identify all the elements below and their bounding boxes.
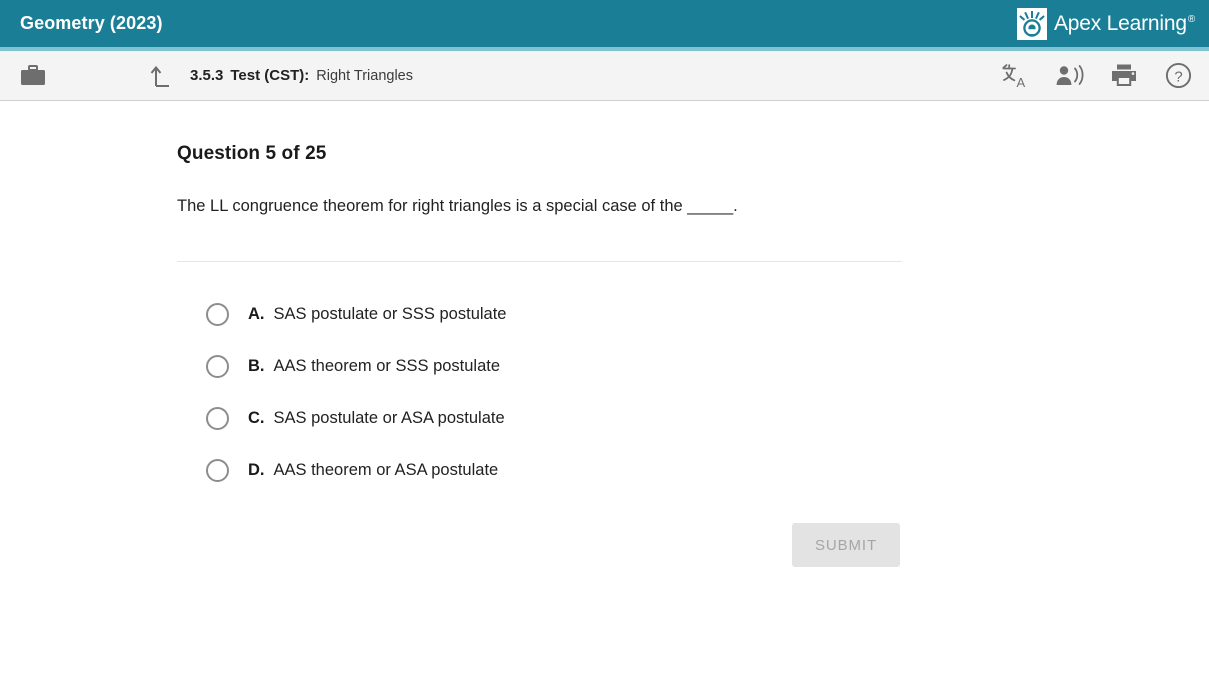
- submit-row: SUBMIT: [177, 523, 902, 568]
- help-icon[interactable]: ?: [1163, 61, 1193, 91]
- svg-text:A: A: [1017, 75, 1026, 89]
- app-header: Geometry (2023) Apex Learning®: [0, 0, 1209, 47]
- breadcrumb-type: Test (CST):: [230, 67, 310, 84]
- answer-option-b[interactable]: B. AAS theorem or SSS postulate: [206, 340, 826, 392]
- toolbar-left-group: 3.5.3 Test (CST): Right Triangles: [0, 59, 413, 93]
- answer-letter-b: B.: [248, 356, 265, 375]
- svg-text:?: ?: [1174, 68, 1182, 85]
- toolbar-right-group: A ?: [1001, 61, 1193, 91]
- translate-icon[interactable]: A: [1001, 61, 1031, 91]
- answer-text-a: SAS postulate or SSS postulate: [273, 304, 507, 323]
- radio-button-d[interactable]: [206, 458, 229, 482]
- breadcrumb-name: Right Triangles: [316, 68, 413, 84]
- breadcrumb: 3.5.3 Test (CST): Right Triangles: [190, 67, 413, 84]
- answer-text-b: AAS theorem or SSS postulate: [273, 356, 501, 375]
- answer-option-d[interactable]: D. AAS theorem or ASA postulate: [206, 444, 826, 496]
- question-header: Question 5 of 25: [177, 143, 327, 164]
- radio-button-a[interactable]: [206, 302, 229, 326]
- answer-letter-a: A.: [248, 304, 265, 323]
- brand-trademark: ®: [1187, 13, 1195, 25]
- read-aloud-icon[interactable]: [1055, 61, 1085, 91]
- brand-name: Apex Learning®: [1053, 11, 1195, 35]
- breadcrumb-number: 3.5.3: [190, 67, 224, 84]
- answer-letter-d: D.: [248, 460, 265, 479]
- question-text: The LL congruence theorem for right tria…: [177, 197, 738, 215]
- up-level-arrow-icon[interactable]: [146, 61, 176, 91]
- course-title: Geometry (2023): [20, 13, 163, 33]
- question-panel: Question 5 of 25 The LL congruence theor…: [0, 101, 1209, 568]
- toolbar: 3.5.3 Test (CST): Right Triangles A ?: [0, 51, 1209, 101]
- radio-button-b[interactable]: [206, 354, 229, 378]
- answer-text-c: SAS postulate or ASA postulate: [273, 408, 505, 427]
- printer-icon[interactable]: [1109, 61, 1139, 91]
- radio-button-c[interactable]: [206, 406, 229, 430]
- answer-option-a[interactable]: A. SAS postulate or SSS postulate: [206, 288, 826, 340]
- apex-sunburst-logo-icon: [1016, 7, 1047, 40]
- answer-text-d: AAS theorem or ASA postulate: [273, 460, 499, 479]
- submit-button[interactable]: SUBMIT: [792, 523, 900, 568]
- answer-option-c[interactable]: C. SAS postulate or ASA postulate: [206, 392, 826, 444]
- briefcase-icon[interactable]: [16, 59, 50, 93]
- answer-letter-c: C.: [248, 408, 265, 427]
- question-divider: [177, 261, 902, 263]
- answer-options: A. SAS postulate or SSS postulate B. AAS…: [177, 288, 1209, 496]
- brand-logo: Apex Learning®: [1016, 7, 1195, 40]
